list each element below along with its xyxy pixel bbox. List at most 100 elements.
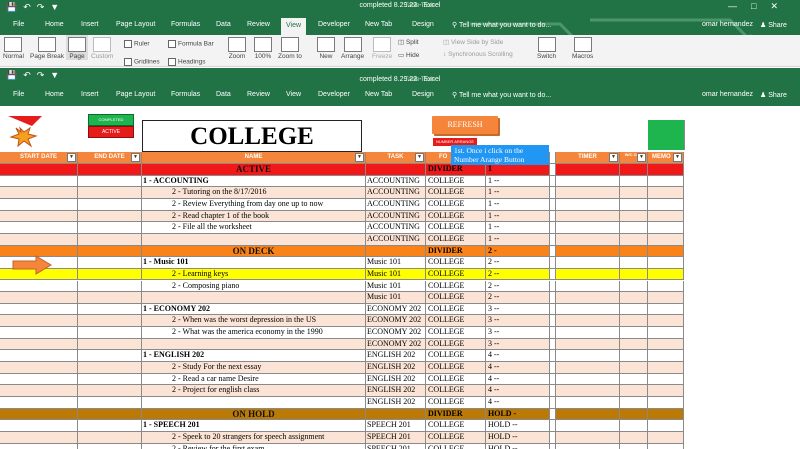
cell[interactable] [366,408,426,421]
filter-dropdown-icon[interactable]: ▼ [637,153,646,162]
cell[interactable] [648,198,684,211]
cell[interactable] [556,268,620,281]
view-side-by-side-button[interactable]: ◫ View Side by Side [443,38,503,46]
name-cell[interactable]: ON DECK [142,245,366,258]
folder-cell[interactable]: DIVIDER [426,164,486,176]
number-cell[interactable]: 1 -- [486,210,550,223]
header-name[interactable]: NAME ▼ [142,152,366,164]
cell[interactable] [620,338,648,351]
zoom-to-selection-button[interactable]: Zoom to [278,37,302,60]
number-cell[interactable]: 4 -- [486,362,550,374]
cell[interactable] [648,222,684,234]
cell[interactable] [620,362,648,374]
cell[interactable] [78,373,142,386]
cell[interactable] [556,408,620,421]
cell[interactable] [620,292,648,304]
task-cell[interactable]: Music 101 [366,292,426,304]
cell[interactable] [556,385,620,397]
cell[interactable] [620,268,648,281]
cell[interactable] [620,373,648,386]
name-cell[interactable]: 2 - Project for english class [142,385,366,397]
folder-cell[interactable]: COLLEGE [426,315,486,328]
number-cell[interactable]: 1 -- [486,222,550,234]
cell[interactable] [556,175,620,188]
cell[interactable] [648,327,684,339]
cell[interactable] [78,443,142,449]
cell[interactable] [0,397,78,409]
number-cell[interactable]: 1 -- [486,175,550,188]
cell[interactable] [556,257,620,269]
number-cell[interactable]: 2 -- [486,268,550,281]
name-cell[interactable]: 2 - Learning keys [142,268,366,281]
folder-cell[interactable]: COLLEGE [426,397,486,409]
cell[interactable] [620,408,648,421]
back-tell-me[interactable]: ⚲ Tell me what you want to do... [452,21,551,29]
freeze-panes-button[interactable]: Freeze [372,37,392,60]
tab-page-layout[interactable]: Page Layout [116,91,155,98]
number-cell[interactable]: HOLD -- [486,443,550,449]
share-button[interactable]: ♟ Share [760,91,787,99]
name-cell[interactable]: 2 - Tutoring on the 8/17/2016 [142,187,366,199]
cell[interactable] [620,210,648,223]
cell[interactable] [78,397,142,409]
cell[interactable] [620,175,648,188]
cell[interactable] [648,187,684,199]
tab-view[interactable]: View [286,91,301,98]
task-cell[interactable]: ACCOUNTING [366,187,426,199]
name-cell[interactable]: ACTIVE [142,164,366,176]
back-tab-developer[interactable]: Developer [318,21,350,28]
back-tab-data[interactable]: Data [216,21,231,28]
formula-bar-checkbox[interactable]: Formula Bar [168,40,214,48]
split-button[interactable]: ◫ Split [398,38,419,46]
new-window-button[interactable]: New [317,37,335,60]
number-cell[interactable]: 3 -- [486,327,550,339]
tab-data[interactable]: Data [216,91,231,98]
filter-dropdown-icon[interactable]: ▼ [415,153,424,162]
cell[interactable] [648,164,684,176]
cell[interactable] [0,198,78,211]
number-cell[interactable]: 3 -- [486,315,550,328]
cell[interactable] [648,245,684,258]
task-cell[interactable]: ENGLISH 202 [366,362,426,374]
header-w-c-cmt[interactable]: W/C CMT ▼ [620,152,648,164]
header-end-date[interactable]: END DATE ▼ [78,152,142,164]
cell[interactable] [620,233,648,246]
name-cell[interactable]: 1 - ECONOMY 202 [142,303,366,316]
task-cell[interactable]: SPEECH 201 [366,443,426,449]
cell[interactable] [620,431,648,444]
cell[interactable] [78,222,142,234]
synchronous-scrolling-button[interactable]: ↕ Synchronous Scrolling [443,51,513,58]
task-cell[interactable]: SPEECH 201 [366,420,426,432]
task-cell[interactable]: ECONOMY 202 [366,327,426,339]
back-tab-page-layout[interactable]: Page Layout [116,21,155,28]
cell[interactable] [648,385,684,397]
cell[interactable] [620,385,648,397]
name-cell[interactable]: 2 - Review for the first exam [142,443,366,449]
normal-view-button[interactable]: Normal [3,37,24,60]
folder-cell[interactable]: COLLEGE [426,303,486,316]
task-cell[interactable]: ENGLISH 202 [366,350,426,363]
hide-button[interactable]: ▭ Hide [398,51,419,59]
cell[interactable] [556,187,620,199]
cell[interactable] [556,362,620,374]
folder-cell[interactable]: DIVIDER [426,245,486,258]
cell[interactable] [0,175,78,188]
name-cell[interactable]: 1 - SPEECH 201 [142,420,366,432]
tab-review[interactable]: Review [247,91,270,98]
cell[interactable] [366,164,426,176]
header-memo[interactable]: MEMO ▼ [648,152,684,164]
folder-cell[interactable]: COLLEGE [426,280,486,293]
cell[interactable] [620,327,648,339]
cell[interactable] [0,373,78,386]
back-tab-file[interactable]: File [13,21,24,28]
tab-design[interactable]: Design [412,91,434,98]
cell[interactable] [648,268,684,281]
back-tab-design[interactable]: Design [412,21,434,28]
folder-cell[interactable]: COLLEGE [426,187,486,199]
cell[interactable] [0,303,78,316]
page-break-button[interactable]: Page Break [30,37,64,60]
cell[interactable] [620,187,648,199]
cell[interactable] [620,397,648,409]
zoom-100-button[interactable]: 100% [254,37,272,60]
cell[interactable] [0,443,78,449]
